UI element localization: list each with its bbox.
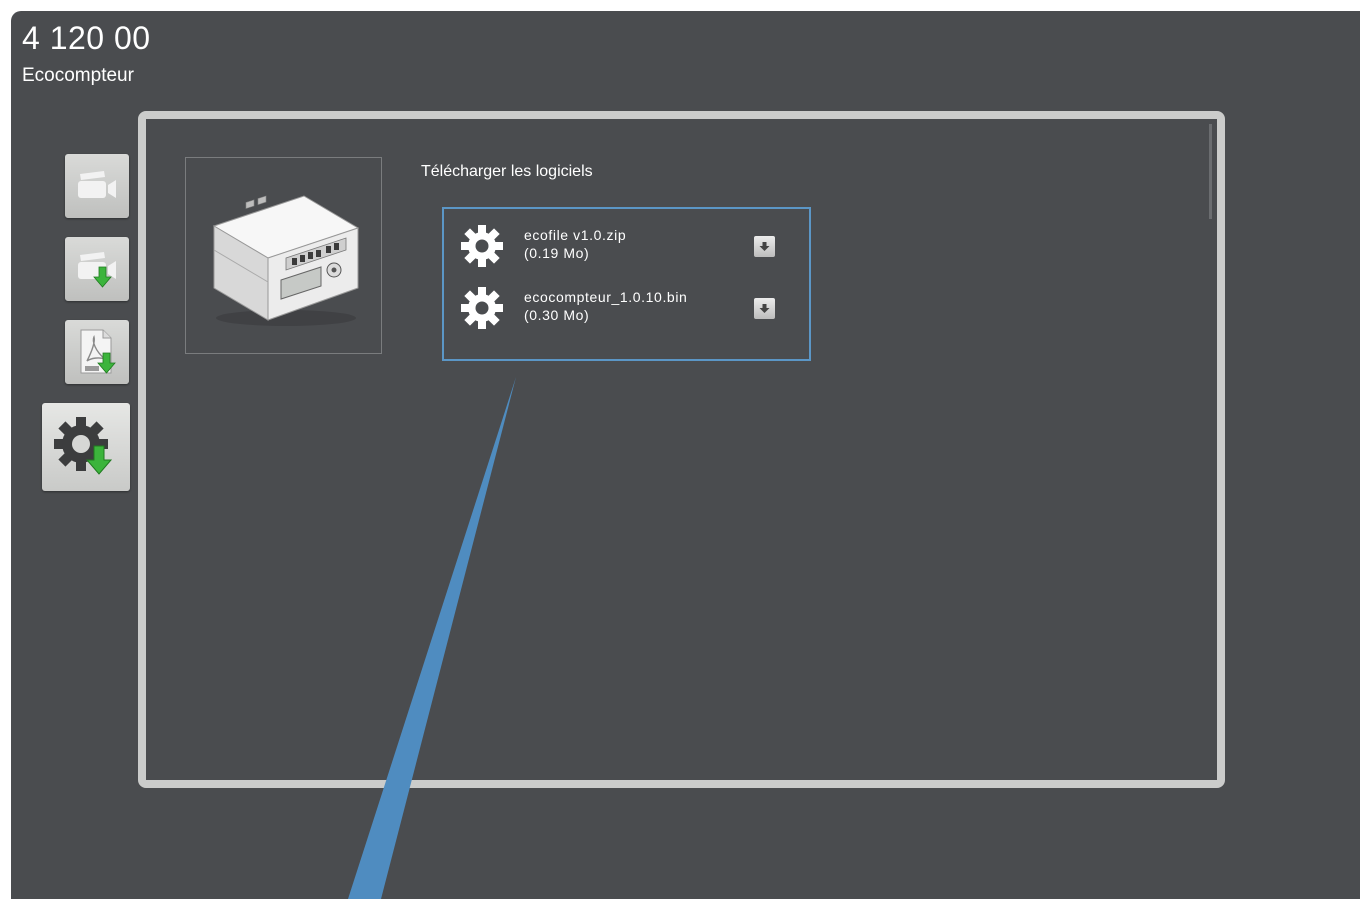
gear-icon xyxy=(461,287,503,329)
software-download-icon xyxy=(54,417,113,475)
video-camera-icon xyxy=(78,171,116,198)
file-size: (0.19 Mo) xyxy=(524,245,590,261)
section-title: Télécharger les logiciels xyxy=(421,163,593,180)
file-size: (0.30 Mo) xyxy=(524,307,590,323)
product-code: 4 120 00 xyxy=(22,20,151,56)
video-download-icon xyxy=(78,252,116,288)
arrow-down-icon xyxy=(759,304,770,313)
file-list: ecofile v1.0.zip (0.19 Mo) ecocompteur_1… xyxy=(442,207,811,361)
energy-meter-module-image xyxy=(212,195,360,326)
pdf-download-icon xyxy=(80,329,116,374)
file-name[interactable]: ecofile v1.0.zip xyxy=(524,227,626,243)
download-button[interactable] xyxy=(754,298,775,319)
gear-icon xyxy=(461,225,503,267)
file-name[interactable]: ecocompteur_1.0.10.bin xyxy=(524,289,687,305)
product-name: Ecocompteur xyxy=(22,65,134,86)
sidebar-item-software-download[interactable] xyxy=(42,403,130,491)
sidebar-item-pdf-download[interactable] xyxy=(65,320,129,384)
arrow-down-icon xyxy=(759,242,770,251)
download-button[interactable] xyxy=(754,236,775,257)
sidebar-item-video-download[interactable] xyxy=(65,237,129,301)
sidebar-item-video[interactable] xyxy=(65,154,129,218)
file-row: ecofile v1.0.zip (0.19 Mo) xyxy=(444,222,809,274)
file-row: ecocompteur_1.0.10.bin (0.30 Mo) xyxy=(444,284,809,336)
product-image xyxy=(185,157,382,354)
scrollbar[interactable] xyxy=(1209,124,1212,219)
